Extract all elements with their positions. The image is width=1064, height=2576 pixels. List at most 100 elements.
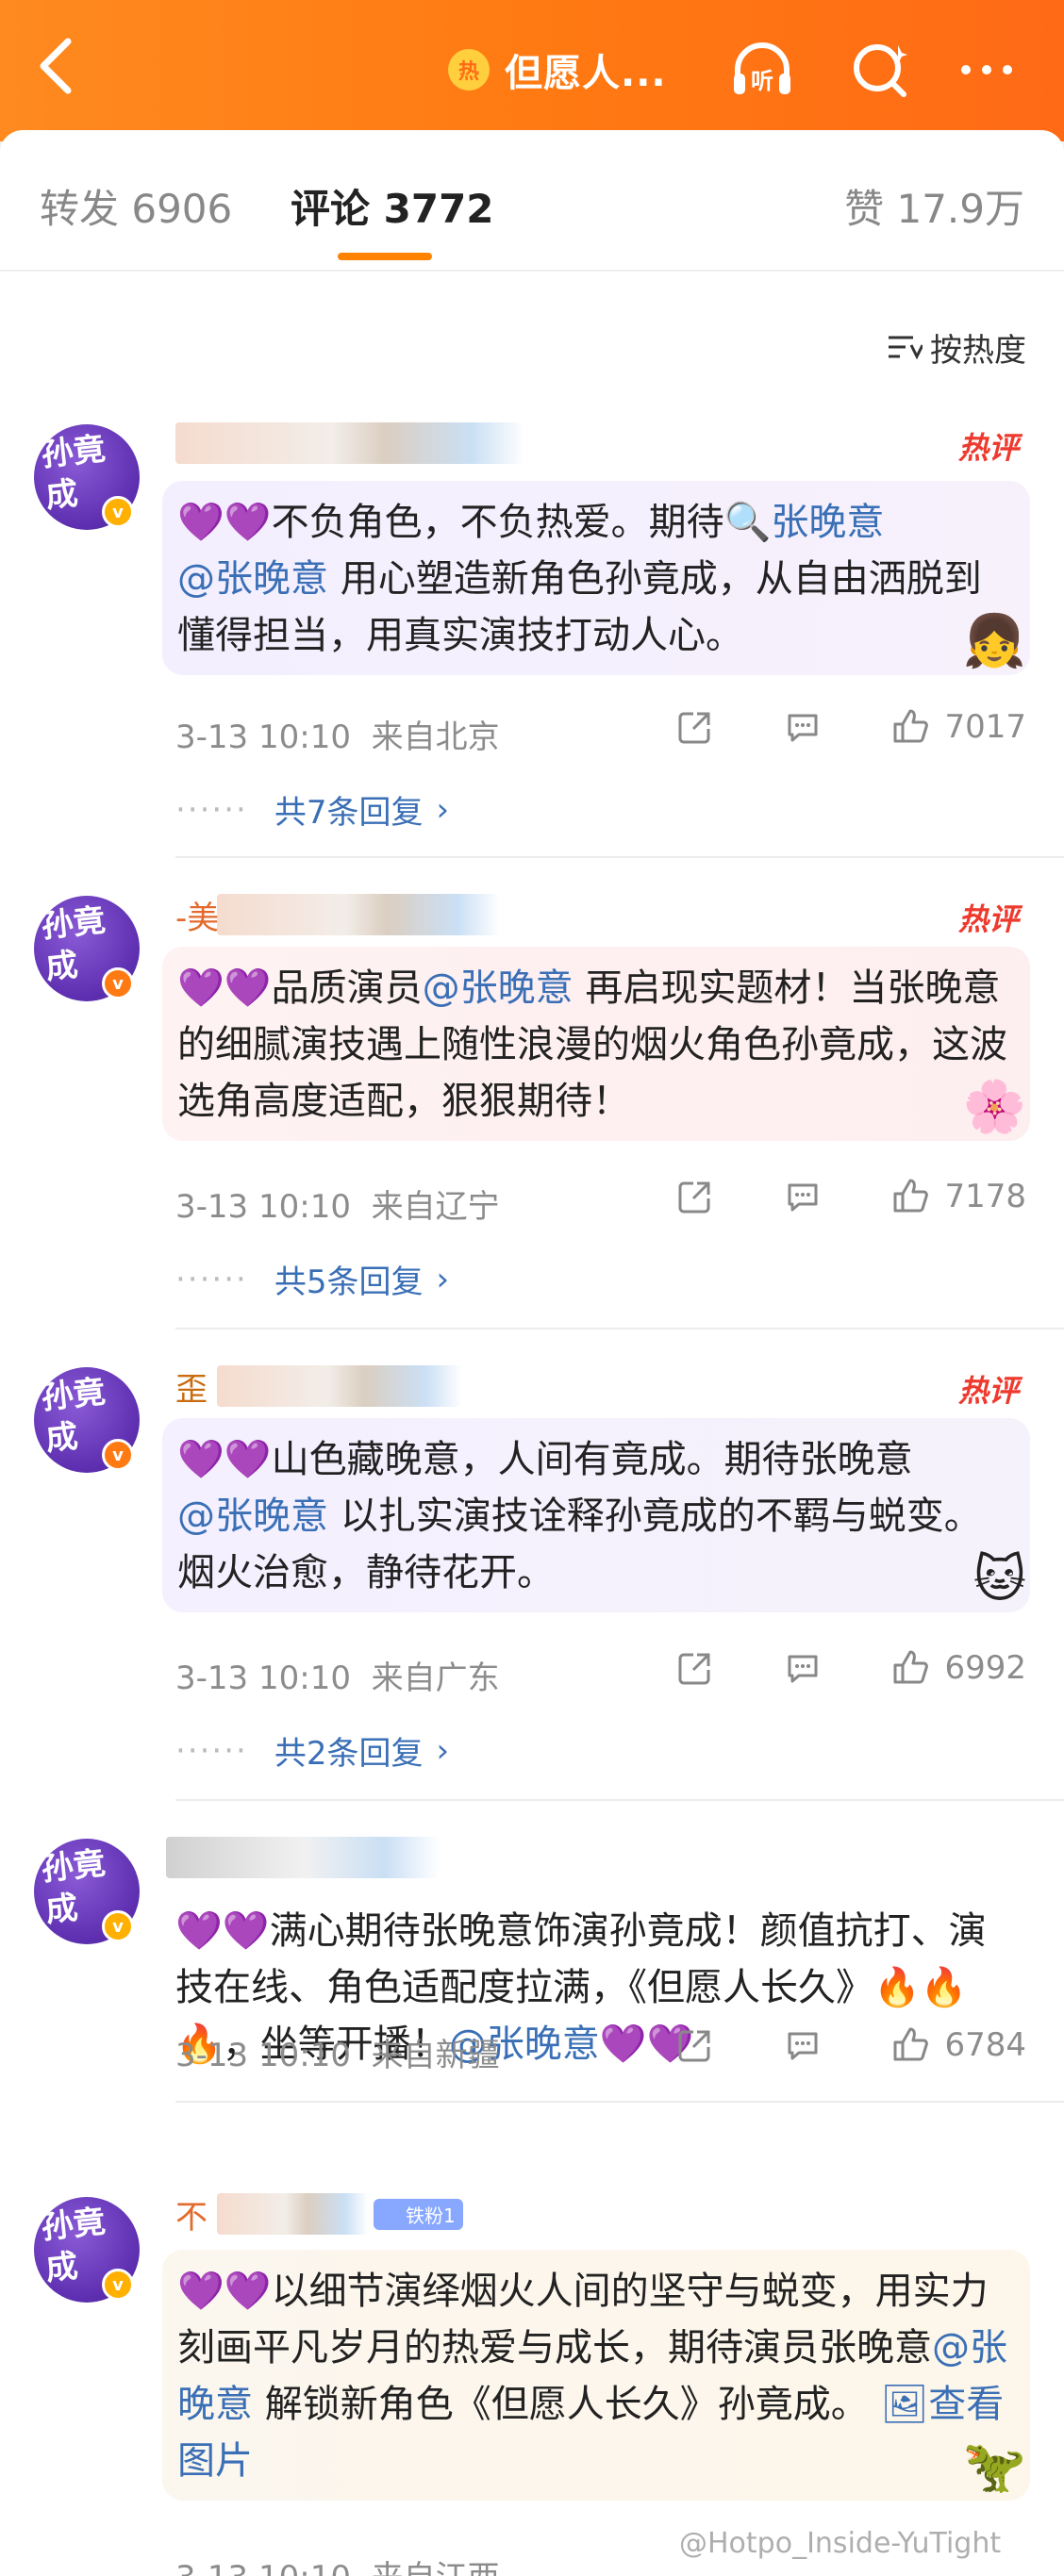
divider [175,2101,1064,2103]
fan-badge-label: 铁粉1 [406,2204,456,2227]
divider [175,1799,1064,1801]
share-button[interactable] [676,1178,714,1215]
username[interactable]: 歪 [175,1363,208,1410]
replies-label: 共5条回复 [274,1263,424,1301]
thumbs-up-icon [893,1179,929,1213]
timestamp: 3-13 10:10 [175,1188,351,1226]
username-blurred [217,2193,368,2235]
reply-button[interactable] [784,1649,822,1687]
username[interactable]: -美 [175,892,219,938]
mention-link[interactable]: @张晚意 [177,557,328,601]
comment-icon [788,1655,818,1683]
page-title: 但愿人... [505,52,667,95]
heart-emoji: 💜💜 [177,1438,272,1481]
chevron-right-icon: › [436,790,450,829]
sort-label: 按热度 [930,332,1026,370]
like-button[interactable]: 6992 [891,1648,1026,1688]
listen-button[interactable]: 听 [726,34,798,106]
username-blurred[interactable] [166,1837,440,1878]
text-segment: 解锁新角色《但愿人长久》孙竟成。 [264,2383,869,2426]
search-icon [854,44,907,97]
mention-link[interactable]: @张晚意 [423,966,574,1010]
verified-badge-icon: v [102,496,134,528]
share-icon [678,712,710,744]
share-button[interactable] [676,2026,714,2064]
text-segment: 以细节演绎烟火人间的坚守与蜕变，用实力刻画平凡岁月的热爱与成长，期待演员张晚意 [177,2270,989,2370]
more-button[interactable] [951,34,1022,106]
reply-button[interactable] [784,2026,822,2064]
fan-badge: 铁粉1 [374,2199,463,2230]
flower-sticker-icon: 🌸 [962,1077,1026,1136]
dots: ······ [175,1260,248,1298]
timestamp: 3-13 10:10 [175,2559,351,2576]
comment-meta: 3-13 10:10 来自新疆 [175,2029,500,2075]
view-replies-link[interactable]: ······ 共7条回复 › [175,786,449,833]
back-arrow-icon [40,38,72,94]
timestamp: 3-13 10:10 [175,2037,351,2074]
comment-bubble: 💜💜不负角色，不负热爱。期待🔍张晚意 @张晚意 用心塑造新角色孙竟成，从自由洒脱… [162,481,1030,675]
mention-link[interactable]: @张晚意 [177,1494,328,1538]
comment-text: 💜💜以细节演绎烟火人间的坚守与蜕变，用实力刻画平凡岁月的热爱与成长，期待演员张晚… [177,2263,1015,2489]
search-button[interactable] [845,34,917,106]
like-button[interactable]: 6784 [891,2025,1026,2065]
girl-sticker-icon: 👧 [962,611,1026,670]
comment-text: 💜💜山色藏晚意，人间有竟成。期待张晚意 @张晚意 以扎实演技诠释孙竟成的不羁与蜕… [177,1431,1015,1601]
tab-comment[interactable]: 评论 3772 [291,177,494,235]
divider [175,1328,1064,1329]
back-button[interactable] [28,28,85,104]
reply-button[interactable] [784,1178,822,1215]
divider [0,270,1064,272]
tab-repost[interactable]: 转发 6906 [40,177,232,235]
share-icon [678,1653,710,1685]
comment-actions: 6784 [676,2025,1026,2065]
replies-label: 共7条回复 [274,794,424,832]
hot-badge-icon: 热 [448,49,490,91]
timestamp: 3-13 10:10 [175,1660,351,1697]
username[interactable]: 不 [175,2191,208,2237]
tab-bar: 转发 6906 评论 3772 赞 17.9万 [0,130,1064,272]
sort-button[interactable]: 按热度 [887,324,1026,371]
comment-meta: 3-13 10:10 来自江西 [175,2551,500,2576]
verified-badge-icon: v [102,967,134,999]
like-button[interactable]: 7017 [891,707,1026,747]
active-tab-indicator [338,253,432,260]
tab-like[interactable]: 赞 17.9万 [844,177,1024,235]
comment-text: 💜💜品质演员@张晚意 再启现实题材！当张晚意的细腻演技遇上随性浪漫的烟火角色孙竟… [177,960,1015,1130]
topic-link[interactable]: 🔍张晚意 [724,501,885,544]
replies-label: 共2条回复 [274,1735,424,1773]
share-icon [678,2030,710,2062]
heart-emoji: 💜💜 [175,1909,270,1953]
text-segment: 山色藏晚意，人间有竟成。期待张晚意 [271,1438,913,1481]
watermark: @Hotpo_Inside-YuTight [679,2527,1002,2560]
comment-icon [788,1183,818,1212]
share-button[interactable] [676,708,714,746]
top-nav-bar: 热 但愿人... 听 [0,0,1064,141]
dinosaur-sticker-icon: 🦖 [962,2436,1026,2496]
cat-sticker-icon: 🐱 [973,1549,1026,1609]
more-icon [961,65,1012,74]
like-button[interactable]: 7178 [891,1177,1026,1216]
thumbs-up-icon [893,1650,929,1684]
like-count: 7178 [944,1178,1026,1215]
sort-icon [889,336,923,359]
comment-icon [788,2032,818,2060]
share-button[interactable] [676,1649,714,1687]
comment-meta: 3-13 10:10 来自广东 [175,1652,500,1698]
comment-actions: 7178 [676,1177,1026,1216]
comment-body: 💜💜满心期待张晚意饰演孙竟成！颜值抗打、演技在线、角色适配度拉满，《但愿人长久》… [162,1890,1030,2066]
comment-bubble: 💜💜以细节演绎烟火人间的坚守与蜕变，用实力刻画平凡岁月的热爱与成长，期待演员张晚… [162,2250,1030,2501]
weibo-title[interactable]: 热 但愿人... [448,41,667,98]
heart-emoji: 💜💜 [177,501,272,544]
like-count: 7017 [944,708,1026,746]
location: 来自江西 [372,2559,500,2576]
verified-badge-icon: v [102,1439,134,1471]
reply-button[interactable] [784,708,822,746]
comments-panel: 转发 6906 评论 3772 赞 17.9万 按热度 孙竟成 v 热评 💜💜不… [0,130,1064,2576]
timestamp: 3-13 10:10 [175,718,351,756]
view-replies-link[interactable]: ······ 共5条回复 › [175,1256,449,1302]
location: 来自广东 [371,1660,500,1697]
view-replies-link[interactable]: ······ 共2条回复 › [175,1727,449,1774]
hot-comment-tag: 热评 [957,430,1019,466]
username-blurred[interactable] [175,422,524,464]
comment-text: 💜💜不负角色，不负热爱。期待🔍张晚意 @张晚意 用心塑造新角色孙竟成，从自由洒脱… [177,494,1015,664]
